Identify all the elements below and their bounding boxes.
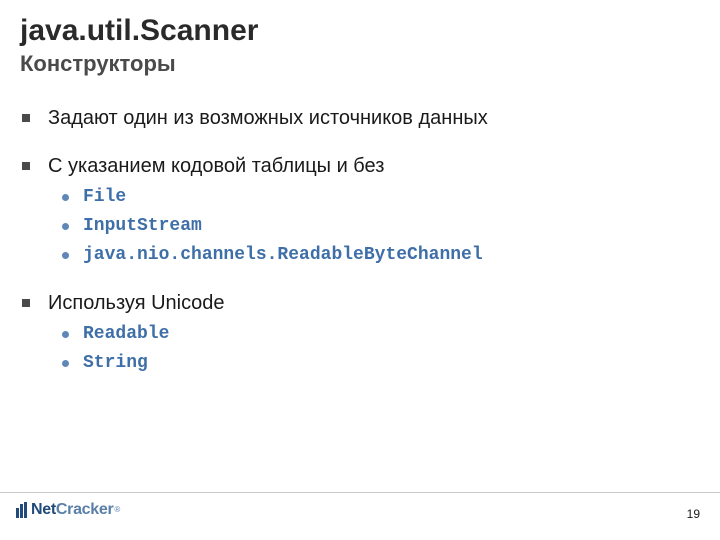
sub-bullet-list: Readable String [62,322,700,376]
dot-bullet-icon [62,194,69,201]
page-number: 19 [687,507,700,521]
slide: java.util.Scanner Конструкторы Задают од… [0,0,720,376]
bullet-item: С указанием кодовой таблицы и без [22,153,700,179]
sub-bullet-text: File [83,185,126,210]
bullet-item: Используя Unicode [22,290,700,316]
brand-logo: NetCracker ® [16,501,120,519]
sub-bullet-item: java.nio.channels.ReadableByteChannel [62,243,700,268]
sub-bullet-item: File [62,185,700,210]
brand-prefix: Net [31,501,56,518]
slide-body: Задают один из возможных источников данн… [20,105,700,377]
brand-mark-icon [16,502,27,518]
square-bullet-icon [22,114,30,122]
slide-footer: NetCracker ® 19 [0,492,720,540]
dot-bullet-icon [62,223,69,230]
bullet-text: Используя Unicode [48,290,224,316]
square-bullet-icon [22,299,30,307]
bullet-text: Задают один из возможных источников данн… [48,105,488,131]
sub-bullet-text: String [83,351,148,376]
bullet-text: С указанием кодовой таблицы и без [48,153,384,179]
dot-bullet-icon [62,252,69,259]
sub-bullet-text: java.nio.channels.ReadableByteChannel [83,243,483,268]
sub-bullet-list: File InputStream java.nio.channels.Reada… [62,185,700,269]
registered-mark: ® [114,505,120,514]
sub-bullet-item: Readable [62,322,700,347]
sub-bullet-item: String [62,351,700,376]
sub-bullet-text: InputStream [83,214,202,239]
brand-name: NetCracker [31,501,113,519]
sub-bullet-item: InputStream [62,214,700,239]
bullet-item: Задают один из возможных источников данн… [22,105,700,131]
square-bullet-icon [22,162,30,170]
slide-title: java.util.Scanner [20,14,700,49]
slide-subtitle: Конструкторы [20,51,700,77]
brand-suffix: Cracker [56,501,114,518]
sub-bullet-text: Readable [83,322,169,347]
dot-bullet-icon [62,331,69,338]
dot-bullet-icon [62,360,69,367]
